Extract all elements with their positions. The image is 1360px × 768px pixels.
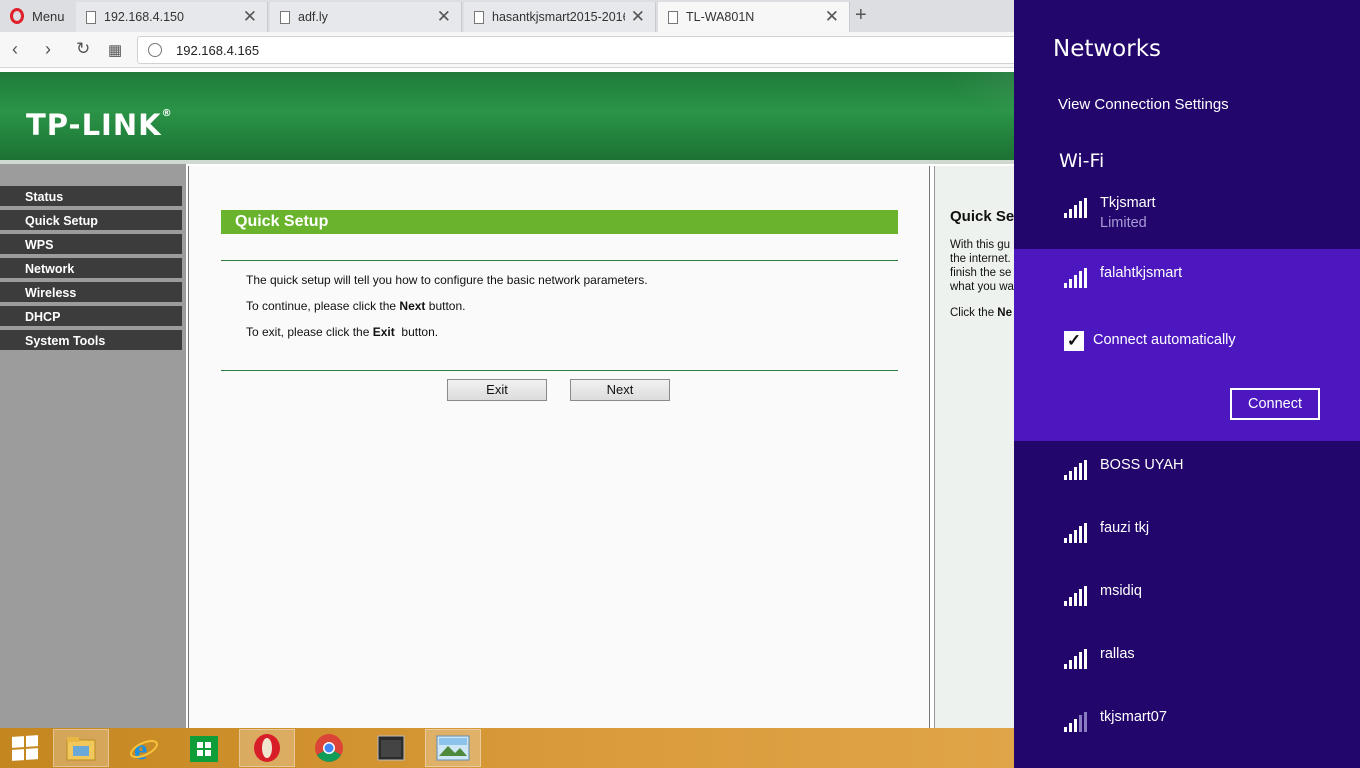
network-item[interactable]: tkjsmart07 [1064, 709, 1344, 752]
menu-label: Menu [32, 8, 65, 24]
menu-item-dhcp[interactable]: DHCP [0, 306, 182, 328]
tab-title: adf.ly [298, 10, 328, 24]
help-line: With this gu [950, 239, 1011, 251]
opera-icon[interactable] [239, 729, 295, 767]
opera-menu-button[interactable]: Menu [0, 0, 74, 32]
menu-item-system-tools[interactable]: System Tools [0, 330, 182, 352]
reload-icon[interactable]: ↻ [76, 39, 90, 59]
wifi-signal-icon [1064, 460, 1090, 480]
exit-button[interactable]: Exit [447, 379, 547, 401]
window-app-icon[interactable] [363, 729, 419, 767]
close-tab-icon[interactable]: ✕ [437, 7, 451, 27]
view-connection-settings-link[interactable]: View Connection Settings [1058, 96, 1229, 113]
page-icon [86, 10, 96, 24]
close-tab-icon[interactable]: ✕ [243, 7, 257, 27]
intro-text: The quick setup will tell you how to con… [246, 273, 648, 287]
menu-item-wireless[interactable]: Wireless [0, 282, 182, 304]
tab-title: 192.168.4.150 [104, 10, 184, 24]
menu-item-status[interactable]: Status [0, 186, 182, 208]
photos-icon[interactable] [425, 729, 481, 767]
connect-automatically-checkbox[interactable]: ✓ [1064, 331, 1084, 351]
file-explorer-icon[interactable] [53, 729, 109, 767]
connect-button[interactable]: Connect [1230, 388, 1320, 420]
start-icon[interactable] [0, 729, 50, 767]
tab-title: TL-WA801N [686, 10, 755, 24]
taskbar: e [0, 728, 1014, 768]
help-title: Quick Se [950, 208, 1014, 225]
new-tab-button[interactable]: + [855, 4, 867, 27]
network-name: fauzi tkj [1100, 520, 1150, 536]
globe-icon [148, 43, 162, 57]
router-sidebar: Status Quick Setup WPS Network Wireless … [0, 164, 186, 728]
store-icon[interactable] [176, 729, 232, 767]
tp-link-logo: TP-LINK® [26, 108, 173, 142]
opera-logo-icon [10, 8, 24, 24]
close-tab-icon[interactable]: ✕ [631, 7, 645, 27]
network-name: falahtkjsmart [1100, 265, 1183, 281]
help-click-text: Click the Ne [950, 307, 1012, 319]
page-icon [474, 10, 484, 24]
tp-link-logo-text: TP-LINK [26, 108, 162, 142]
network-item[interactable]: BOSS UYAH [1064, 457, 1344, 500]
wifi-signal-icon [1064, 586, 1090, 606]
wifi-heading: Wi-Fi [1059, 150, 1105, 172]
help-line: finish the se [950, 267, 1012, 279]
menu-item-quick-setup[interactable]: Quick Setup [0, 210, 182, 232]
wifi-signal-icon [1064, 523, 1090, 543]
wifi-signal-icon [1064, 649, 1090, 669]
section-title: Quick Setup [221, 210, 898, 234]
help-line: the internet. [950, 253, 1011, 265]
chrome-icon[interactable] [301, 729, 357, 767]
divider [221, 370, 898, 371]
network-name: BOSS UYAH [1100, 457, 1184, 473]
quick-setup-panel: Quick Setup The quick setup will tell yo… [188, 166, 930, 728]
divider [221, 260, 898, 261]
forward-icon[interactable]: › [45, 39, 51, 60]
wifi-signal-icon [1064, 198, 1090, 218]
network-status: Limited [1100, 215, 1147, 231]
svg-text:e: e [134, 733, 147, 764]
network-name: rallas [1100, 646, 1135, 662]
help-panel: Quick Se With this gu the internet. fini… [934, 166, 1014, 728]
exit-text: To exit, please click the Exit button. [246, 325, 439, 339]
connect-automatically-label: Connect automatically [1093, 332, 1236, 348]
menu-item-network[interactable]: Network [0, 258, 182, 280]
tab-hasantkjsmart[interactable]: hasantkjsmart2015-2016.b ✕ [464, 2, 656, 32]
menu-item-wps[interactable]: WPS [0, 234, 182, 256]
tab-tl-wa801n[interactable]: TL-WA801N ✕ [658, 2, 850, 32]
network-item[interactable]: msidiq [1064, 583, 1344, 626]
network-item-selected[interactable]: falahtkjsmart [1064, 265, 1344, 308]
internet-explorer-icon[interactable]: e [116, 729, 172, 767]
wifi-signal-icon [1064, 268, 1090, 288]
wifi-signal-icon [1064, 712, 1090, 732]
network-name: msidiq [1100, 583, 1142, 599]
tab-192-168-4-150[interactable]: 192.168.4.150 ✕ [76, 2, 268, 32]
speed-dial-icon[interactable]: ▦ [108, 41, 122, 59]
networks-title: Networks [1053, 36, 1162, 62]
network-item[interactable]: fauzi tkj [1064, 520, 1344, 563]
tab-adf-ly[interactable]: adf.ly ✕ [270, 2, 462, 32]
page-icon [668, 10, 678, 24]
help-line: what you wa [950, 281, 1014, 293]
network-item[interactable]: Tkjsmart Limited [1064, 195, 1344, 238]
continue-text: To continue, please click the Next butto… [246, 299, 466, 313]
back-icon[interactable]: ‹ [12, 39, 18, 60]
page-icon [280, 10, 290, 24]
network-name: tkjsmart07 [1100, 709, 1167, 725]
network-name: Tkjsmart [1100, 195, 1156, 211]
next-button[interactable]: Next [570, 379, 670, 401]
tab-title: hasantkjsmart2015-2016.b [492, 10, 625, 24]
network-item[interactable]: rallas [1064, 646, 1344, 689]
url-text: 192.168.4.165 [176, 42, 260, 58]
close-tab-icon[interactable]: ✕ [825, 7, 839, 27]
networks-flyout: Networks View Connection Settings Wi-Fi … [1014, 0, 1360, 768]
